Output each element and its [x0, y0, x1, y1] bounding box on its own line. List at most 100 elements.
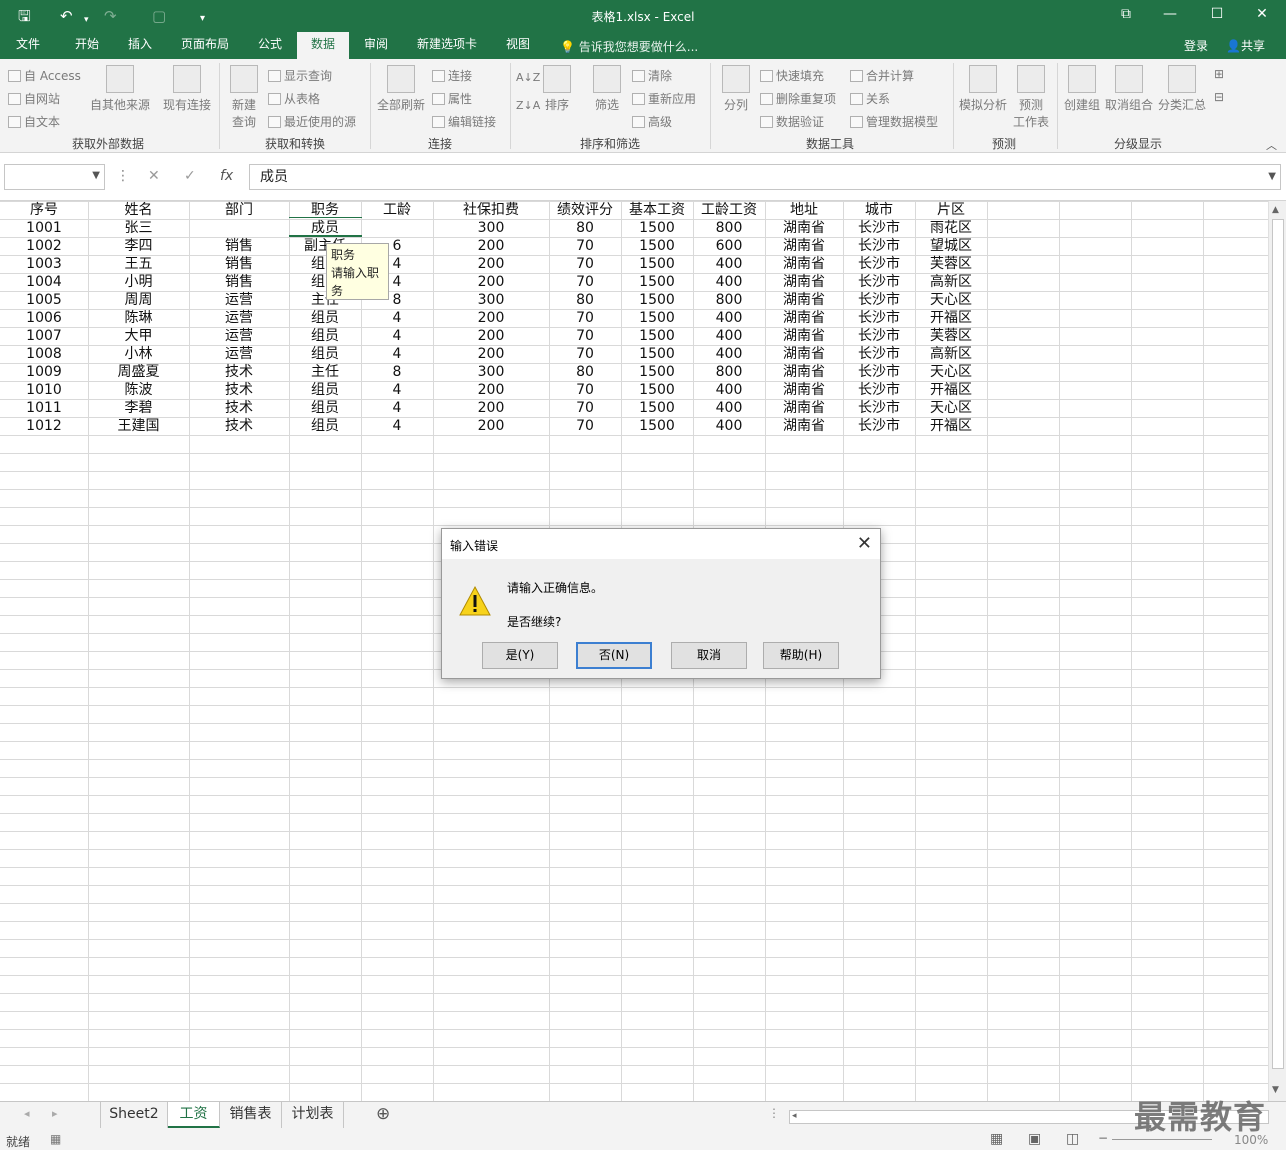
tab-view[interactable]: 视图: [498, 32, 538, 59]
table-cell[interactable]: 主任: [289, 363, 361, 381]
table-cell[interactable]: 组员: [289, 327, 361, 345]
table-cell[interactable]: 长沙市: [843, 381, 915, 399]
table-cell[interactable]: 400: [693, 273, 765, 291]
relationships-button[interactable]: 关系: [850, 90, 890, 107]
table-cell[interactable]: 湖南省: [765, 363, 843, 381]
collapse-ribbon-icon[interactable]: ︿: [1266, 137, 1277, 153]
sort-ascending-icon[interactable]: A↓Z: [516, 71, 540, 84]
table-cell[interactable]: 湖南省: [765, 219, 843, 237]
yes-button[interactable]: 是(Y): [482, 642, 558, 669]
table-cell[interactable]: 小林: [88, 345, 189, 363]
show-detail-icon[interactable]: ⊞: [1214, 67, 1224, 81]
close-icon[interactable]: ✕: [857, 533, 872, 554]
column-header-cell[interactable]: 城市: [843, 201, 915, 219]
manage-data-model-button[interactable]: 管理数据模型: [850, 113, 938, 130]
from-other-sources-button[interactable]: 自其他来源: [88, 65, 152, 113]
table-cell[interactable]: 70: [549, 237, 621, 255]
sheet-tab-sales[interactable]: 销售表: [220, 1102, 282, 1128]
sheet-tab-plan[interactable]: 计划表: [282, 1102, 344, 1128]
sheet-tab-sheet2[interactable]: Sheet2: [100, 1102, 168, 1128]
sort-descending-icon[interactable]: Z↓A: [516, 99, 540, 112]
table-cell[interactable]: 1500: [621, 399, 693, 417]
table-cell[interactable]: 1500: [621, 309, 693, 327]
table-cell[interactable]: 1012: [0, 417, 88, 435]
chevron-down-icon[interactable]: ▼: [1268, 165, 1276, 189]
table-cell[interactable]: 300: [433, 291, 549, 309]
sort-button[interactable]: 排序: [540, 65, 574, 113]
table-cell[interactable]: 销售: [189, 273, 289, 291]
table-cell[interactable]: 1011: [0, 399, 88, 417]
forecast-sheet-button[interactable]: 预测 工作表: [1011, 65, 1051, 130]
chevron-down-icon[interactable]: ▼: [92, 170, 100, 181]
table-cell[interactable]: 长沙市: [843, 291, 915, 309]
table-cell[interactable]: 1008: [0, 345, 88, 363]
table-cell[interactable]: 长沙市: [843, 219, 915, 237]
table-cell[interactable]: 周盛夏: [88, 363, 189, 381]
table-cell[interactable]: 技术: [189, 417, 289, 435]
table-cell[interactable]: 1500: [621, 273, 693, 291]
table-cell[interactable]: 400: [693, 399, 765, 417]
table-cell[interactable]: 1009: [0, 363, 88, 381]
table-cell[interactable]: 湖南省: [765, 399, 843, 417]
table-cell[interactable]: 组员: [289, 381, 361, 399]
table-cell[interactable]: 1004: [0, 273, 88, 291]
table-cell[interactable]: 湖南省: [765, 309, 843, 327]
column-header-cell[interactable]: 工龄工资: [693, 201, 765, 219]
sign-in-link[interactable]: 登录: [1184, 37, 1208, 54]
table-cell[interactable]: 1500: [621, 381, 693, 399]
table-cell[interactable]: 200: [433, 327, 549, 345]
table-cell[interactable]: 200: [433, 345, 549, 363]
table-cell[interactable]: 长沙市: [843, 237, 915, 255]
table-cell[interactable]: 湖南省: [765, 255, 843, 273]
next-sheet-icon[interactable]: ▸: [52, 1107, 58, 1120]
table-cell[interactable]: 200: [433, 237, 549, 255]
recent-sources-button[interactable]: 最近使用的源: [268, 113, 356, 130]
normal-view-icon[interactable]: ▦: [990, 1131, 1003, 1147]
filter-button[interactable]: 筛选: [590, 65, 624, 113]
cancel-button[interactable]: 取消: [671, 642, 747, 669]
table-cell[interactable]: 王五: [88, 255, 189, 273]
table-cell[interactable]: 王建国: [88, 417, 189, 435]
table-cell[interactable]: 运营: [189, 327, 289, 345]
table-cell[interactable]: 400: [693, 381, 765, 399]
ungroup-button[interactable]: 取消组合: [1104, 65, 1154, 113]
show-queries-button[interactable]: 显示查询: [268, 67, 332, 84]
share-button[interactable]: 👤共享: [1226, 37, 1265, 54]
tab-insert[interactable]: 插入: [120, 32, 160, 59]
table-cell[interactable]: 70: [549, 255, 621, 273]
table-cell[interactable]: 200: [433, 417, 549, 435]
table-cell[interactable]: 200: [433, 273, 549, 291]
table-cell[interactable]: 组员: [289, 345, 361, 363]
from-text-button[interactable]: 自文本: [8, 113, 60, 130]
table-cell[interactable]: 技术: [189, 399, 289, 417]
edit-links-button[interactable]: 编辑链接: [432, 113, 496, 130]
table-cell[interactable]: 湖南省: [765, 417, 843, 435]
prev-sheet-icon[interactable]: ◂: [24, 1107, 30, 1120]
table-cell[interactable]: 天心区: [915, 399, 987, 417]
table-cell[interactable]: 湖南省: [765, 327, 843, 345]
column-header-cell[interactable]: 基本工资: [621, 201, 693, 219]
formula-input[interactable]: 成员 ▼: [249, 164, 1281, 190]
table-cell[interactable]: 70: [549, 399, 621, 417]
column-header-cell[interactable]: 部门: [189, 201, 289, 219]
page-break-view-icon[interactable]: ◫: [1066, 1131, 1079, 1147]
what-if-analysis-button[interactable]: 模拟分析: [957, 65, 1009, 113]
tab-file[interactable]: 文件: [6, 32, 50, 59]
tab-home[interactable]: 开始: [66, 32, 108, 59]
table-cell[interactable]: 组员: [289, 417, 361, 435]
insert-function-icon[interactable]: fx: [220, 168, 233, 184]
table-cell[interactable]: 高新区: [915, 273, 987, 291]
maximize-icon[interactable]: ☐: [1207, 6, 1227, 22]
table-cell[interactable]: [361, 219, 433, 237]
table-cell[interactable]: 组员: [289, 399, 361, 417]
sheet-tab-salary[interactable]: 工资: [168, 1102, 220, 1128]
hide-detail-icon[interactable]: ⊟: [1214, 90, 1224, 104]
table-cell[interactable]: 湖南省: [765, 273, 843, 291]
table-cell[interactable]: 1500: [621, 255, 693, 273]
table-cell[interactable]: 1500: [621, 327, 693, 345]
tab-new-tab[interactable]: 新建选项卡: [410, 32, 484, 59]
table-cell[interactable]: 陈琳: [88, 309, 189, 327]
from-table-button[interactable]: 从表格: [268, 90, 320, 107]
table-cell[interactable]: 1007: [0, 327, 88, 345]
table-cell[interactable]: 70: [549, 417, 621, 435]
